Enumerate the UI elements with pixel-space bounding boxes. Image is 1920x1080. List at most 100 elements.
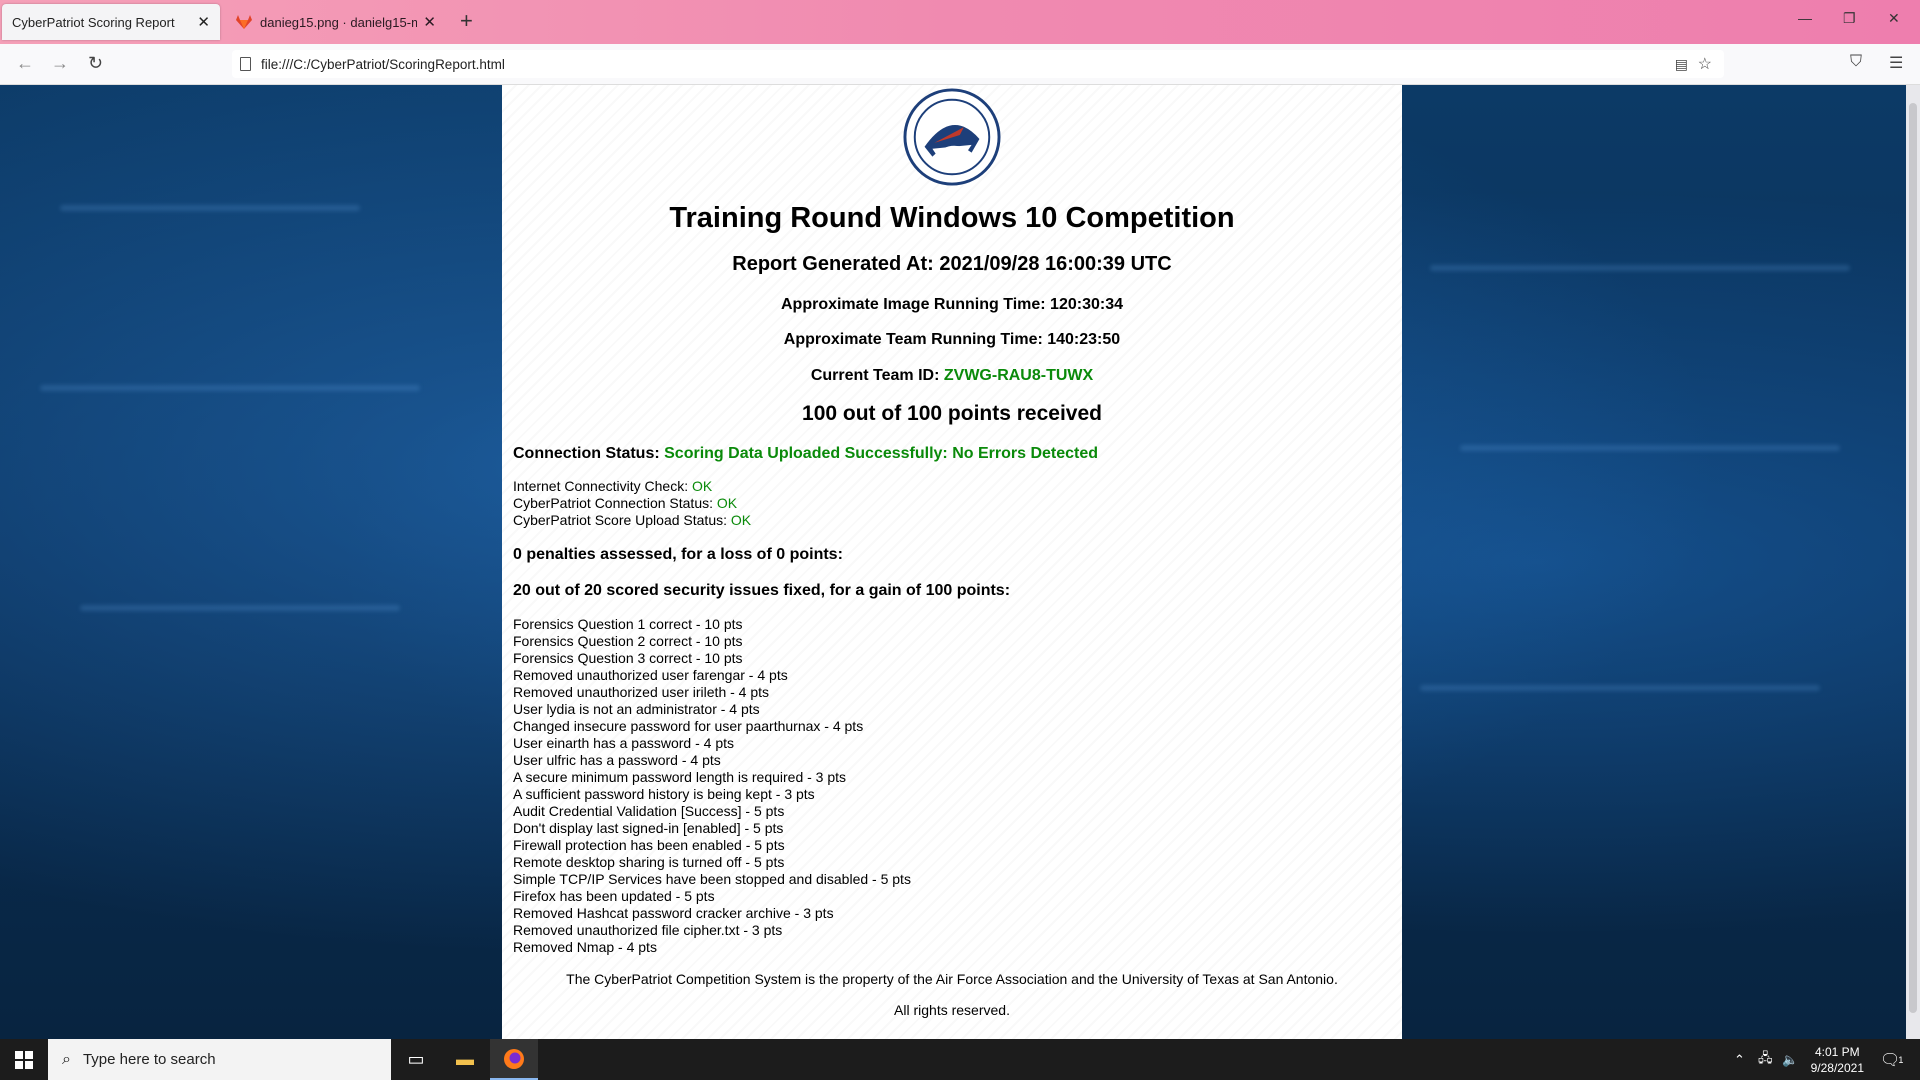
list-item: Forensics Question 2 correct - 10 pts <box>513 633 743 649</box>
footer-copyright: The CyberPatriot Competition System is t… <box>566 971 1338 987</box>
tab-label: CyberPatriot Scoring Report <box>12 14 175 30</box>
tab-gitlab-image[interactable]: danieg15.png · danielg15-main ✕ <box>226 4 446 40</box>
report-generated: Report Generated At: 2021/09/28 16:00:39… <box>502 253 1402 276</box>
check-row: CyberPatriot Connection Status: OK <box>513 495 751 512</box>
url-text: file:///C:/CyberPatriot/ScoringReport.ht… <box>261 56 505 72</box>
back-arrow-icon[interactable]: ← <box>16 53 34 74</box>
file-explorer-icon[interactable]: ▬ <box>441 1039 489 1080</box>
list-item: User ulfric has a password - 4 pts <box>513 752 721 768</box>
start-button[interactable] <box>0 1039 48 1080</box>
list-item: A sufficient password history is being k… <box>513 786 815 802</box>
firefox-icon[interactable] <box>490 1039 538 1080</box>
footer-rights: All rights reserved. <box>894 1002 1010 1018</box>
background-decoration <box>40 385 420 391</box>
penalties-heading: 0 penalties assessed, for a loss of 0 po… <box>513 546 843 563</box>
background-decoration <box>1420 685 1820 691</box>
notification-center-icon[interactable]: 🗨 1 <box>1880 1039 1903 1080</box>
background-decoration <box>80 605 400 611</box>
check-label: CyberPatriot Connection Status: <box>513 495 713 511</box>
windows-logo-icon <box>15 1050 33 1069</box>
network-icon[interactable]: 🖧 <box>1758 1039 1773 1080</box>
minimize-button[interactable]: — <box>1798 10 1812 26</box>
list-item: Audit Credential Validation [Success] - … <box>513 803 785 819</box>
scrollbar-thumb[interactable] <box>1909 103 1917 1013</box>
search-placeholder: Type here to search <box>82 1051 216 1068</box>
vertical-scrollbar[interactable] <box>1906 85 1920 1039</box>
check-value: OK <box>716 495 738 511</box>
taskbar-search[interactable]: ⌕ Type here to search <box>48 1039 391 1080</box>
list-item: Removed Hashcat password cracker archive… <box>513 905 834 921</box>
generated-label: Report Generated At: <box>732 253 934 275</box>
windows-taskbar: ⌕ Type here to search ▭ ▬ ⌃ 🖧 🔈 4:01 PM … <box>0 1039 1920 1080</box>
gitlab-icon <box>236 15 252 29</box>
close-tab-icon[interactable]: ✕ <box>197 13 210 31</box>
background-decoration <box>1460 445 1840 451</box>
team-id-value: ZVWG-RAU8-TUWX <box>943 367 1094 384</box>
reload-icon[interactable]: ↻ <box>88 53 103 74</box>
check-label: Internet Connectivity Check: <box>513 478 689 494</box>
check-row: Internet Connectivity Check: OK <box>513 478 751 495</box>
list-item: Removed Nmap - 4 pts <box>513 939 657 955</box>
background-decoration <box>1430 265 1850 271</box>
check-value: OK <box>691 478 713 494</box>
list-item: Forensics Question 1 correct - 10 pts <box>513 616 743 632</box>
connection-value: Scoring Data Uploaded Successfully: No E… <box>664 445 1099 462</box>
scoring-report: Training Round Windows 10 Competition Re… <box>502 85 1402 1039</box>
page-icon <box>240 57 251 71</box>
tab-label: danieg15.png · danielg15-main <box>260 14 418 30</box>
list-item: Don't display last signed-in [enabled] -… <box>513 820 784 836</box>
page-viewport: Training Round Windows 10 Competition Re… <box>0 85 1920 1039</box>
search-icon: ⌕ <box>62 1050 71 1068</box>
list-item: User lydia is not an administrator - 4 p… <box>513 701 760 717</box>
notification-count: 1 <box>1898 1054 1904 1065</box>
list-item: Removed unauthorized user irileth - 4 pt… <box>513 684 770 700</box>
check-row: CyberPatriot Score Upload Status: OK <box>513 512 751 529</box>
restore-button[interactable]: ❐ <box>1843 10 1856 27</box>
connection-label: Connection Status: <box>513 445 660 462</box>
list-item: Firefox has been updated - 5 pts <box>513 888 715 904</box>
page-title: Training Round Windows 10 Competition <box>669 202 1235 234</box>
bookmark-star-icon[interactable]: ☆ <box>1698 54 1712 74</box>
list-item: Changed insecure password for user paart… <box>513 718 864 734</box>
connectivity-checks: Internet Connectivity Check: OK CyberPat… <box>513 478 751 529</box>
generated-value: 2021/09/28 16:00:39 UTC <box>939 253 1172 275</box>
clock-date: 9/28/2021 <box>1810 1061 1864 1075</box>
firefox-logo <box>504 1048 524 1069</box>
connection-status: Connection Status: Scoring Data Uploaded… <box>513 445 1098 463</box>
show-hidden-icons[interactable]: ⌃ <box>1734 1039 1745 1080</box>
list-item: Firewall protection has been enabled - 5… <box>513 837 785 853</box>
team-id-label: Current Team ID: <box>810 367 940 384</box>
list-item: A secure minimum password length is requ… <box>513 769 847 785</box>
tab-strip: CyberPatriot Scoring Report ✕ danieg15.p… <box>0 0 1920 44</box>
team-running-time: Approximate Team Running Time: 140:23:50 <box>783 331 1121 348</box>
volume-icon[interactable]: 🔈 <box>1782 1039 1798 1080</box>
points-received: 100 out of 100 points received <box>802 402 1102 425</box>
image-running-time: Approximate Image Running Time: 120:30:3… <box>780 296 1123 313</box>
menu-hamburger-icon[interactable]: ☰ <box>1889 53 1903 73</box>
check-label: CyberPatriot Score Upload Status: <box>513 512 727 528</box>
system-clock[interactable]: 4:01 PM 9/28/2021 <box>1811 1044 1864 1076</box>
list-item: Remote desktop sharing is turned off - 5… <box>513 854 785 870</box>
list-item: Simple TCP/IP Services have been stopped… <box>513 871 911 887</box>
forward-arrow-icon[interactable]: → <box>51 53 69 74</box>
new-tab-button[interactable]: + <box>460 8 473 34</box>
navigation-toolbar: ← → ↻ file:///C:/CyberPatriot/ScoringRep… <box>0 44 1920 85</box>
cyberpatriot-logo <box>903 88 1001 186</box>
check-value: OK <box>730 512 752 528</box>
list-item: Removed unauthorized user farengar - 4 p… <box>513 667 788 683</box>
list-item: Forensics Question 3 correct - 10 pts <box>513 650 743 666</box>
list-item: User einarth has a password - 4 pts <box>513 735 734 751</box>
task-view-icon[interactable]: ▭ <box>392 1039 440 1080</box>
pocket-icon[interactable]: ⛉ <box>1850 53 1862 71</box>
reader-view-icon[interactable]: ▤ <box>1675 56 1688 73</box>
fixed-issues-heading: 20 out of 20 scored security issues fixe… <box>513 582 1011 599</box>
close-tab-icon[interactable]: ✕ <box>423 13 436 31</box>
team-id: Current Team ID: ZVWG-RAU8-TUWX <box>502 367 1402 385</box>
url-bar[interactable]: file:///C:/CyberPatriot/ScoringReport.ht… <box>232 50 1724 78</box>
tab-scoring-report[interactable]: CyberPatriot Scoring Report ✕ <box>2 4 220 40</box>
background-decoration <box>60 205 360 211</box>
clock-time: 4:01 PM <box>1814 1045 1860 1059</box>
close-window-button[interactable]: ✕ <box>1888 10 1900 27</box>
list-item: Removed unauthorized file cipher.txt - 3… <box>513 922 783 938</box>
scored-issues-list: Forensics Question 1 correct - 10 pts Fo… <box>513 616 911 956</box>
